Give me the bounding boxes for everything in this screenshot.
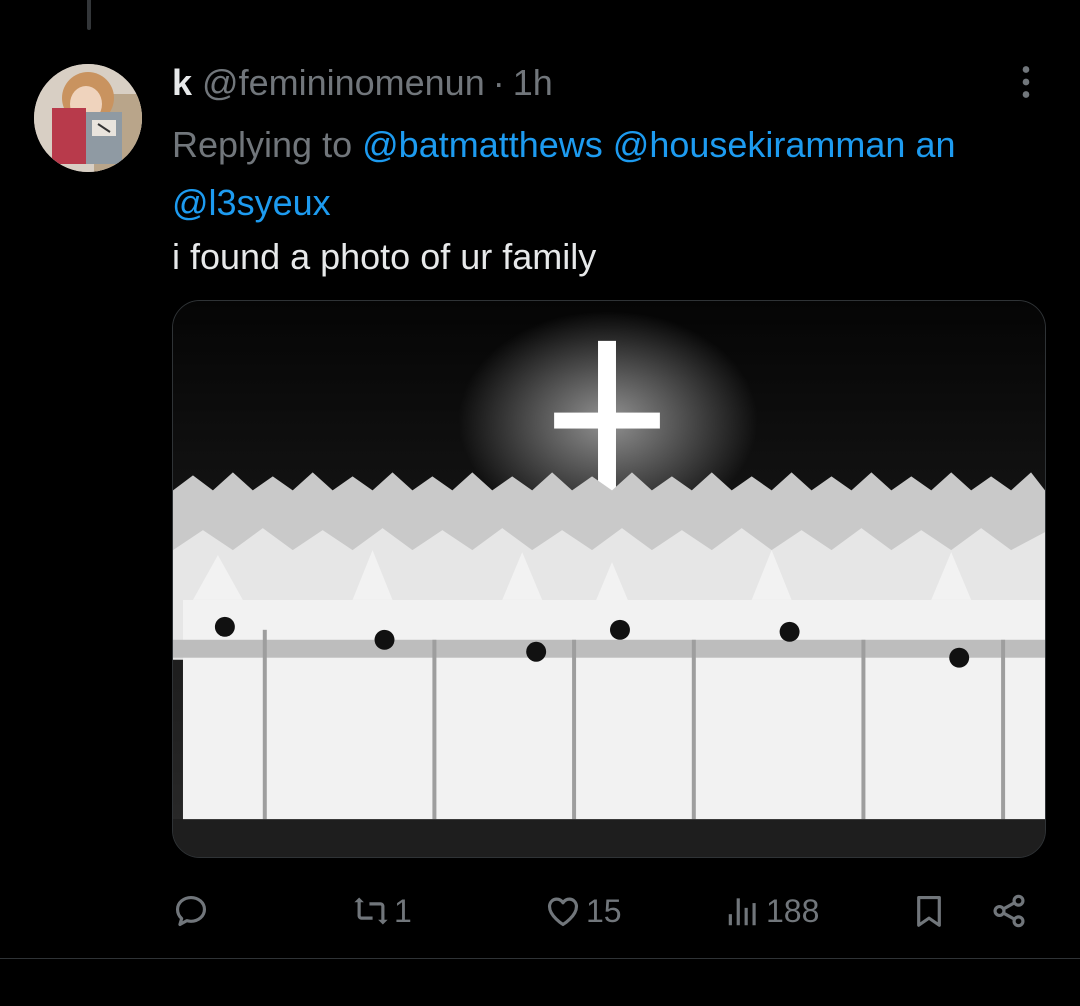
tweet-action-bar: 1 15 188 [172,884,1042,938]
tweet-divider [0,958,1080,959]
more-options-button[interactable] [1004,60,1048,104]
retweet-icon [354,897,388,925]
timestamp[interactable]: 1h [513,62,553,104]
avatar[interactable] [34,64,142,172]
mention-link[interactable]: @housekiramman [613,124,906,165]
retweet-button[interactable]: 1 [352,884,412,938]
photo-image [173,301,1045,857]
mention-link[interactable]: @l3syeux [172,182,331,223]
retweet-count: 1 [394,892,412,929]
share-icon [993,894,1025,928]
reply-button[interactable] [172,884,210,938]
replying-to-label: Replying to [172,124,353,165]
like-button[interactable]: 15 [544,884,622,938]
avatar-image [34,64,142,172]
bookmark-icon [917,895,941,927]
thread-connector-line [87,0,91,30]
user-handle[interactable]: @femininomenun [202,62,485,104]
display-name[interactable]: k [172,62,192,104]
views-count: 188 [766,892,820,929]
like-count: 15 [586,892,622,929]
more-vertical-icon [1022,66,1030,98]
bookmark-button[interactable] [910,884,948,938]
replying-to: Replying to @batmatthews @housekiramman … [172,116,1080,232]
share-button[interactable] [990,884,1028,938]
separator-dot: · [492,62,505,103]
mention-link[interactable]: @batmatthews [362,124,603,165]
reply-bubble-icon [175,895,207,927]
tweet-text: i found a photo of ur family [172,236,597,277]
tweet-media-photo[interactable] [172,300,1046,858]
mention-link[interactable]: an [915,124,955,165]
heart-icon [547,897,579,927]
bar-chart-icon [728,898,756,926]
views-button[interactable]: 188 [724,884,819,938]
tweet-header: k @femininomenun · 1h [172,60,553,106]
